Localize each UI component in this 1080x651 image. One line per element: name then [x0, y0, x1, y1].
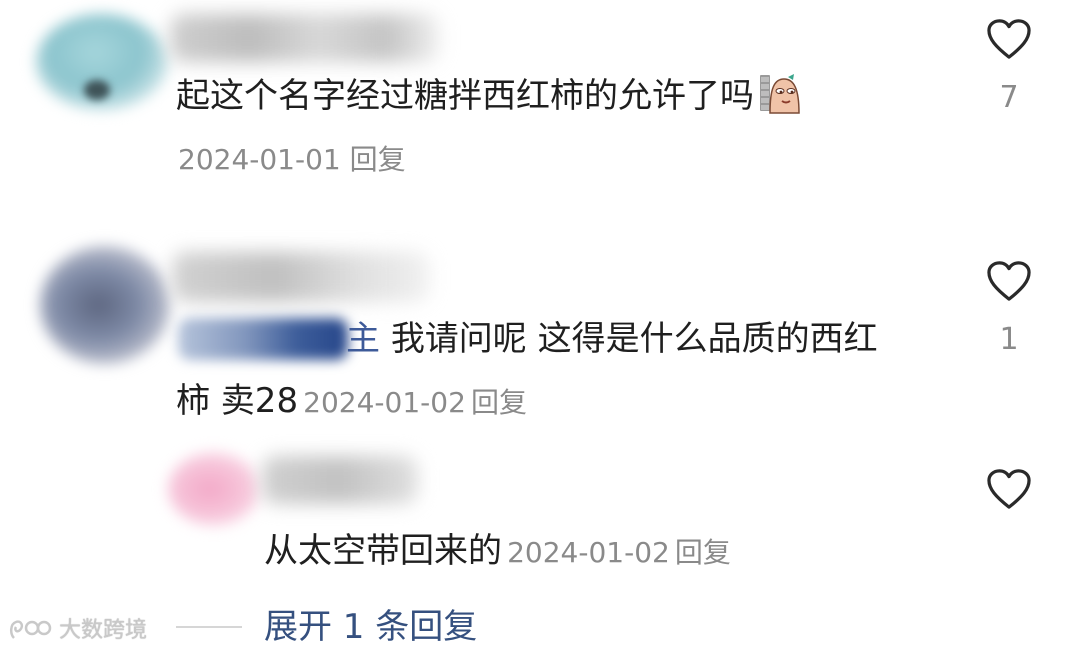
username-user-3[interactable] — [262, 456, 418, 504]
comment-3-date: 2024-01-02 — [507, 536, 670, 569]
comment-2-like-button[interactable] — [986, 260, 1032, 302]
dashuju-logo-icon — [10, 620, 52, 639]
comment-2-line-2: 柿 卖28 2024-01-02 回复 — [176, 376, 527, 426]
comment-2-body-2: 柿 卖28 — [176, 381, 299, 421]
comment-1-reply-button[interactable]: 回复 — [350, 143, 406, 176]
heart-outline-icon — [987, 261, 1031, 301]
comment-3-body: 从太空带回来的 — [264, 531, 502, 571]
avatar-user-2[interactable] — [40, 246, 170, 364]
comment-1-like-count: 7 — [999, 80, 1019, 115]
comment-3-line: 从太空带回来的 2024-01-02 回复 — [264, 526, 731, 576]
expand-divider — [176, 626, 242, 628]
comment-1-meta: 2024-01-01 回复 — [178, 140, 406, 180]
username-user-2[interactable] — [172, 252, 430, 302]
comment-1-body: 起这个名字经过糖拌西红柿的允许了吗 — [176, 76, 754, 116]
comment-2-mention-tail[interactable]: 主 — [346, 319, 380, 359]
comment-3-reply-button[interactable]: 回复 — [675, 536, 731, 569]
comment-3-like-button[interactable] — [986, 468, 1032, 510]
avatar-user-3[interactable] — [168, 452, 260, 526]
comment-2-date: 2024-01-02 — [303, 386, 466, 419]
avatar-user-1-detail — [84, 80, 110, 100]
comment-1-date: 2024-01-01 — [178, 143, 341, 176]
peeking-bean-sticker-icon — [758, 71, 802, 115]
watermark: 大数跨境 — [8, 612, 147, 644]
watermark-text: 大数跨境 — [59, 618, 148, 643]
comment-2-body-1: 我请问呢 这得是什么品质的西红 — [390, 319, 878, 359]
heart-outline-icon — [987, 19, 1031, 59]
username-user-1[interactable] — [170, 14, 440, 62]
comment-1-like-button[interactable] — [986, 18, 1032, 60]
expand-replies-button[interactable]: 展开 1 条回复 — [264, 603, 477, 651]
comment-2-line-1: 主 我请问呢 这得是什么品质的西红 — [176, 314, 878, 364]
comment-2-like-count: 1 — [999, 322, 1019, 357]
heart-outline-icon — [987, 469, 1031, 509]
comment-2-reply-button[interactable]: 回复 — [471, 386, 527, 419]
comment-1-text: 起这个名字经过糖拌西红柿的允许了吗 — [176, 71, 802, 121]
